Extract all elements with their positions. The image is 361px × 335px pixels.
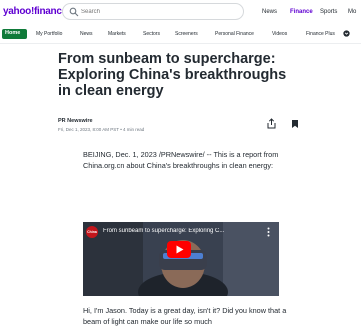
nav-videos[interactable]: Videos — [272, 31, 287, 37]
nav-personal-finance[interactable]: Personal Finance — [215, 31, 254, 37]
topnav-sports[interactable]: Sports — [320, 9, 337, 15]
channel-badge[interactable]: China — [86, 226, 98, 238]
nav-markets[interactable]: Markets — [108, 31, 126, 37]
top-bar: yahoo!finance News Finance Sports Mo — [0, 0, 361, 25]
article-dateline: Fri, Dec 1, 2023, 8:00 AM PST • 4 min re… — [58, 127, 145, 132]
nav-sectors[interactable]: Sectors — [143, 31, 160, 37]
search-box[interactable] — [62, 3, 244, 20]
share-icon[interactable] — [267, 118, 276, 129]
article-headline: From sunbeam to supercharge: Exploring C… — [58, 51, 287, 99]
more-icon[interactable] — [267, 227, 270, 237]
topnav-finance[interactable]: Finance — [290, 9, 313, 15]
play-icon[interactable] — [167, 241, 191, 258]
bookmark-icon[interactable] — [291, 119, 299, 129]
home-tab[interactable]: Home — [2, 29, 27, 39]
nav-finance-plus[interactable]: Finance Plus — [306, 31, 335, 37]
article-source[interactable]: PR Newswire — [58, 118, 93, 124]
chevron-down-icon[interactable] — [343, 30, 350, 37]
nav-news[interactable]: News — [80, 31, 93, 37]
nav-divider — [0, 43, 361, 44]
article-paragraph: Hi, I'm Jason. Today is a great day, isn… — [83, 306, 287, 326]
article-paragraph: BEIJING, Dec. 1, 2023 /PRNewswire/ -- Th… — [83, 150, 279, 170]
video-title[interactable]: From sunbeam to supercharge: Exploring C… — [103, 228, 253, 234]
search-icon — [69, 7, 79, 17]
home-tab-label: Home — [5, 30, 21, 36]
video-player[interactable]: China From sunbeam to supercharge: Explo… — [83, 222, 279, 296]
topnav-more[interactable]: Mo — [348, 9, 356, 15]
search-input[interactable] — [81, 6, 231, 17]
finance-nav: Home My Portfolio News Markets Sectors S… — [0, 28, 361, 40]
nav-my-portfolio[interactable]: My Portfolio — [36, 31, 62, 37]
yahoo-finance-logo[interactable]: yahoo!finance — [3, 6, 67, 17]
topnav-news[interactable]: News — [262, 9, 277, 15]
nav-screeners[interactable]: Screeners — [175, 31, 198, 37]
